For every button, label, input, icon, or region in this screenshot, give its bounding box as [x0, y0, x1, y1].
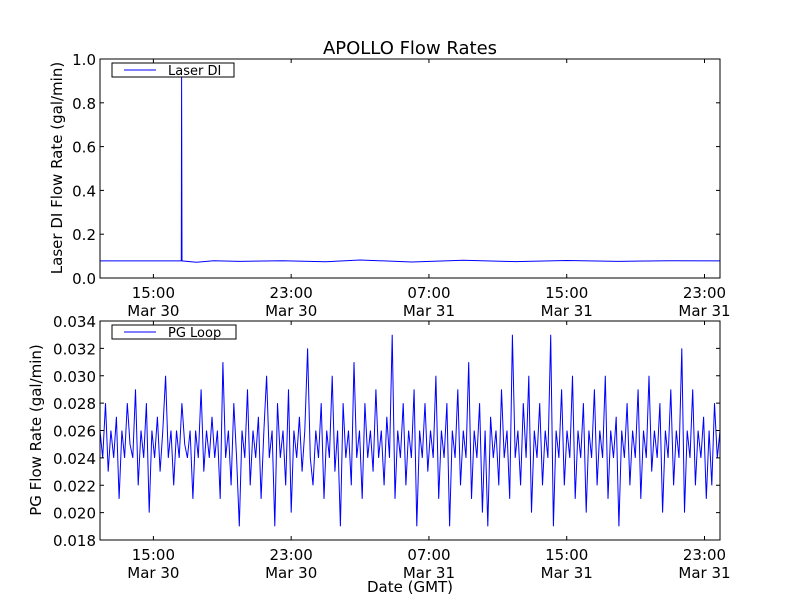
y-tick-label: 1.0	[72, 51, 96, 69]
y-tick-label: 0.026	[53, 423, 96, 441]
x-tick-time-label: 15:00	[132, 546, 175, 564]
x-tick-date-label: Mar 30	[265, 302, 317, 320]
y-tick-label: 0.028	[53, 395, 96, 413]
x-tick-time-label: 23:00	[270, 546, 313, 564]
x-tick-date-label: Mar 30	[127, 564, 179, 582]
y-tick-label: 0.030	[53, 368, 96, 386]
y-tick-label: 0.4	[72, 182, 96, 200]
x-tick-date-label: Mar 30	[265, 564, 317, 582]
y-tick-label: 0.2	[72, 226, 96, 244]
top-y-axis-label: Laser DI Flow Rate (gal/min)	[48, 62, 66, 274]
x-axis-label: Date (GMT)	[367, 578, 453, 596]
y-tick-label: 0.0	[72, 270, 96, 288]
pg-loop-axes: 0.018 0.020 0.022 0.024 0.026 0.028 0.030 0.032…	[53, 313, 731, 582]
y-tick-label: 0.032	[53, 340, 96, 358]
y-tick-label: 0.018	[53, 532, 96, 550]
x-tick-time-label: 15:00	[545, 284, 588, 302]
x-tick-time-label: 15:00	[132, 284, 175, 302]
y-tick-label: 0.022	[53, 477, 96, 495]
x-tick-date-label: Mar 30	[127, 302, 179, 320]
laser-di-axes: 0.00.20.40.60.81.015:00Mar 3023:00Mar 30…	[72, 51, 730, 320]
series-line-pg-loop	[99, 334, 721, 527]
x-tick-time-label: 23:00	[270, 284, 313, 302]
chart-title: APOLLO Flow Rates	[323, 38, 497, 59]
legend-label: Laser DI	[168, 64, 221, 79]
bottom-y-axis-label: PG Flow Rate (gal/min)	[27, 344, 45, 516]
x-tick-time-label: 07:00	[407, 546, 450, 564]
x-tick-time-label: 23:00	[683, 284, 726, 302]
x-tick-date-label: Mar 31	[403, 302, 455, 320]
y-tick-label: 0.6	[72, 139, 96, 157]
x-tick-time-label: 07:00	[407, 284, 450, 302]
x-tick-date-label: Mar 31	[541, 564, 593, 582]
legend-label: PG Loop	[168, 326, 221, 341]
y-tick-label: 0.024	[53, 450, 96, 468]
axes-frame	[99, 320, 721, 541]
y-tick-label: 0.8	[72, 95, 96, 113]
y-tick-label: 0.020	[53, 505, 96, 523]
x-tick-date-label: Mar 31	[678, 302, 730, 320]
x-tick-date-label: Mar 31	[678, 564, 730, 582]
axes-frame	[99, 58, 721, 279]
x-tick-date-label: Mar 31	[541, 302, 593, 320]
x-tick-time-label: 23:00	[683, 546, 726, 564]
x-tick-time-label: 15:00	[545, 546, 588, 564]
series-line-laser-di	[100, 74, 721, 263]
figure: APOLLO Flow Rates 0.0 0.2 0.4 0.6 0.8 1.0 15:0…	[27, 38, 731, 596]
y-tick-label: 0.034	[53, 313, 96, 331]
